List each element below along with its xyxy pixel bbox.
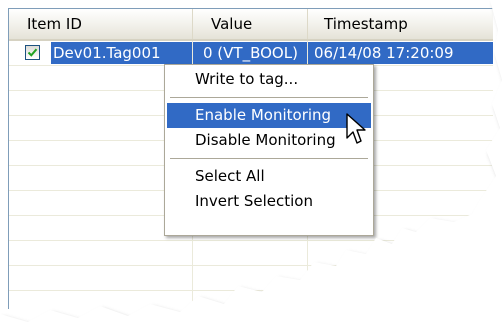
- menu-item-select-all[interactable]: Select All: [167, 164, 371, 189]
- row-checkbox[interactable]: [25, 45, 40, 60]
- column-header-value[interactable]: Value: [193, 9, 308, 39]
- timestamp-text: 06/14/08 17:20:09: [308, 42, 493, 64]
- cell-item-id: Dev01.Tag001: [9, 41, 193, 65]
- context-menu: Write to tag... Enable Monitoring Disabl…: [164, 64, 374, 236]
- menu-item-enable-monitoring[interactable]: Enable Monitoring: [167, 103, 371, 128]
- list-header: Item ID Value Timestamp: [9, 9, 493, 41]
- checkmark-icon: [27, 48, 38, 57]
- column-header-timestamp[interactable]: Timestamp: [308, 9, 493, 39]
- menu-item-write-to-tag[interactable]: Write to tag...: [167, 67, 371, 92]
- table-row[interactable]: [9, 241, 493, 266]
- cell-timestamp: 06/14/08 17:20:09: [308, 41, 493, 65]
- value-text: 0 (VT_BOOL): [193, 42, 307, 64]
- table-row[interactable]: [9, 266, 493, 291]
- mouse-pointer-icon: [346, 113, 366, 144]
- menu-separator: [170, 158, 368, 159]
- menu-separator: [170, 97, 368, 98]
- item-id-text: Dev01.Tag001: [51, 42, 192, 64]
- column-header-item-id[interactable]: Item ID: [9, 9, 193, 39]
- menu-item-disable-monitoring[interactable]: Disable Monitoring: [167, 128, 371, 153]
- screenshot-stage: Item ID Value Timestamp Dev01.Tag001 0 (…: [0, 0, 504, 328]
- table-row[interactable]: [9, 291, 493, 309]
- menu-item-invert-selection[interactable]: Invert Selection: [167, 189, 371, 214]
- table-row-selected[interactable]: Dev01.Tag001 0 (VT_BOOL) 06/14/08 17:20:…: [9, 41, 493, 66]
- cell-value: 0 (VT_BOOL): [193, 41, 308, 65]
